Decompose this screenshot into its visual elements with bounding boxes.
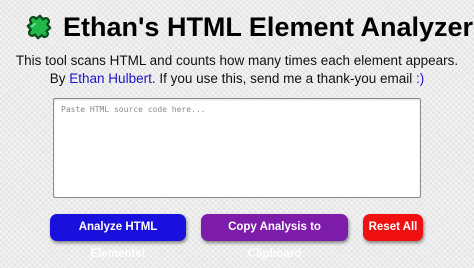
page-header: Ethan's HTML Element Analyzer (0, 8, 474, 46)
by-prefix: By (49, 71, 70, 86)
html-source-input[interactable] (54, 99, 420, 197)
reset-button[interactable]: Reset All (363, 214, 423, 241)
intro-line-2: By Ethan Hulbert. If you use this, send … (0, 70, 474, 88)
thank-you-text: . If you use this, send me a thank-you e… (151, 71, 416, 86)
intro-text: This tool scans HTML and counts how many… (0, 52, 474, 88)
copy-to-clipboard-button[interactable]: Copy Analysis to Clipboard (201, 214, 348, 260)
intro-line-1: This tool scans HTML and counts how many… (15, 53, 459, 68)
email-smiley-link[interactable]: :) (416, 71, 424, 86)
html-input-box (53, 98, 421, 198)
page-title: Ethan's HTML Element Analyzer (63, 12, 474, 42)
author-link[interactable]: Ethan Hulbert (69, 71, 152, 86)
green-puzzle-piece-icon (22, 10, 56, 44)
analyze-button[interactable]: Analyze HTML Elements! (50, 214, 186, 260)
